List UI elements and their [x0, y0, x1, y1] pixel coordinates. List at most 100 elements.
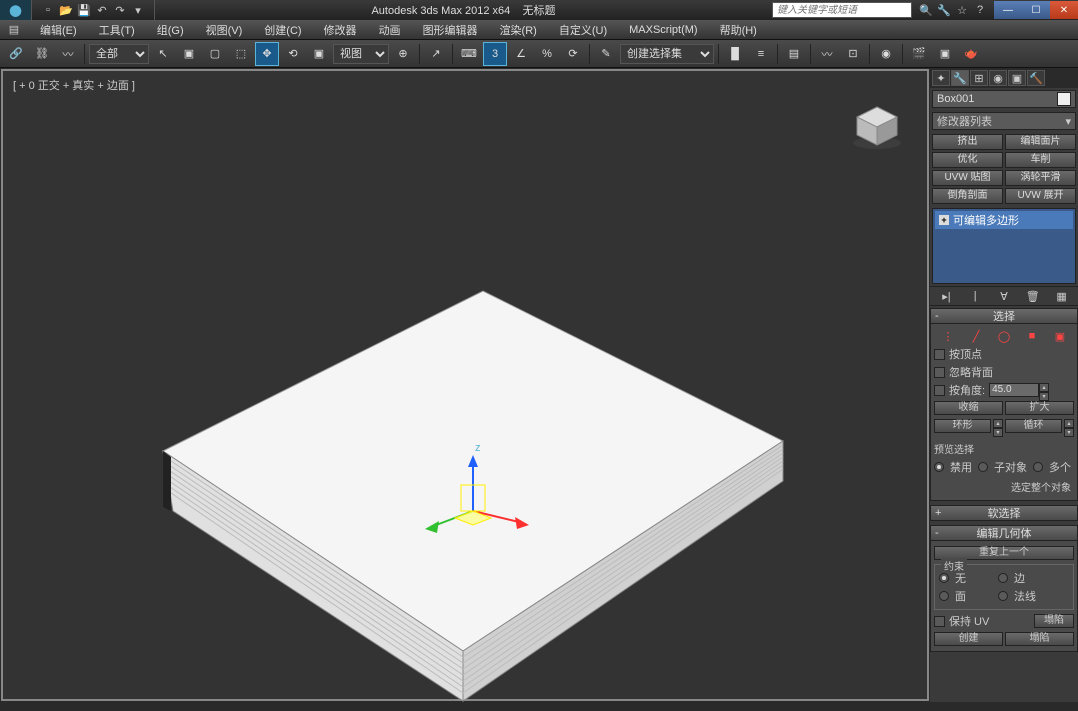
- polygon-icon[interactable]: ■: [1024, 329, 1040, 343]
- open-icon[interactable]: 📂: [58, 2, 74, 18]
- collapse-button[interactable]: 塌陷: [1005, 632, 1074, 646]
- menu-group[interactable]: 组(G): [153, 20, 188, 40]
- app-logo[interactable]: ⬤: [0, 0, 32, 20]
- viewcube[interactable]: [847, 101, 907, 151]
- ignore-backfacing-checkbox[interactable]: [934, 367, 945, 378]
- new-icon[interactable]: ▫: [40, 2, 56, 18]
- ring-button[interactable]: 环形: [934, 419, 991, 433]
- utilities-tab-icon[interactable]: 🔨: [1027, 70, 1045, 86]
- edit-named-sel-icon[interactable]: ✎: [594, 42, 618, 66]
- motion-tab-icon[interactable]: ◉: [989, 70, 1007, 86]
- named-selection-dropdown[interactable]: 创建选择集: [620, 44, 714, 64]
- redo-icon[interactable]: ↷: [112, 2, 128, 18]
- search-input[interactable]: [772, 2, 912, 18]
- angle-spinner[interactable]: 45.0 ▴▾: [989, 383, 1049, 397]
- menu-modifiers[interactable]: 修改器: [320, 20, 361, 40]
- render-frame-icon[interactable]: ▣: [933, 42, 957, 66]
- book-model[interactable]: z: [83, 211, 803, 711]
- scale-icon[interactable]: ▣: [307, 42, 331, 66]
- maximize-button[interactable]: ☐: [1022, 1, 1050, 19]
- select-icon[interactable]: ↖: [151, 42, 175, 66]
- menu-edit[interactable]: 编辑(E): [36, 20, 81, 40]
- preserve-uv-settings-button[interactable]: 塌陷: [1034, 614, 1074, 628]
- dropdown-icon[interactable]: ▾: [130, 2, 146, 18]
- angle-snap-icon[interactable]: ∠: [509, 42, 533, 66]
- modifier-stack[interactable]: + 可编辑多边形: [932, 208, 1076, 284]
- save-icon[interactable]: 💾: [76, 2, 92, 18]
- ref-coord-dropdown[interactable]: 视图: [333, 44, 389, 64]
- move-icon[interactable]: ✥: [255, 42, 279, 66]
- key-icon[interactable]: 🔧: [936, 2, 952, 18]
- menu-maxscript[interactable]: MAXScript(M): [625, 22, 701, 38]
- vertex-icon[interactable]: ⋮: [940, 329, 956, 343]
- render-setup-icon[interactable]: 🎬: [907, 42, 931, 66]
- multi-radio[interactable]: [1033, 462, 1043, 472]
- percent-snap-icon[interactable]: %: [535, 42, 559, 66]
- display-tab-icon[interactable]: ▣: [1008, 70, 1026, 86]
- edit-patch-button[interactable]: 编辑面片: [1005, 134, 1076, 150]
- help-icon[interactable]: ?: [972, 2, 988, 18]
- menu-animation[interactable]: 动画: [375, 20, 405, 40]
- create-tab-icon[interactable]: ✦: [932, 70, 950, 86]
- element-icon[interactable]: ▣: [1052, 329, 1068, 343]
- edge-icon[interactable]: ╱: [968, 329, 984, 343]
- modify-tab-icon[interactable]: 🔧: [951, 70, 969, 86]
- link-icon[interactable]: 🔗: [4, 42, 28, 66]
- align-icon[interactable]: ≡: [749, 42, 773, 66]
- edit-geometry-header[interactable]: -编辑几何体: [930, 525, 1078, 541]
- soft-selection-header[interactable]: +软选择: [930, 505, 1078, 521]
- show-result-icon[interactable]: |: [967, 288, 983, 304]
- rotate-icon[interactable]: ⟲: [281, 42, 305, 66]
- spinner-snap-icon[interactable]: ⟳: [561, 42, 585, 66]
- constraint-none-radio[interactable]: [939, 573, 949, 583]
- by-angle-checkbox[interactable]: [934, 385, 945, 396]
- modifier-list-dropdown[interactable]: 修改器列表 ▾: [932, 112, 1076, 130]
- selection-rollout-header[interactable]: -选择: [930, 308, 1078, 324]
- viewport-label[interactable]: [ + 0 正交 + 真实 + 边面 ]: [13, 77, 135, 93]
- menu-tools[interactable]: 工具(T): [95, 20, 139, 40]
- layers-icon[interactable]: ▤: [782, 42, 806, 66]
- mirror-icon[interactable]: ▐▌: [723, 42, 747, 66]
- pin-stack-icon[interactable]: ▸|: [938, 288, 954, 304]
- render-icon[interactable]: 🫖: [959, 42, 983, 66]
- select-manipulate-icon[interactable]: ↗: [424, 42, 448, 66]
- undo-icon[interactable]: ↶: [94, 2, 110, 18]
- menu-icon[interactable]: ▤: [6, 22, 22, 38]
- unlink-icon[interactable]: ⛓: [30, 42, 54, 66]
- schematic-icon[interactable]: ⊡: [841, 42, 865, 66]
- window-crossing-icon[interactable]: ⬚: [229, 42, 253, 66]
- lathe-button[interactable]: 车削: [1005, 152, 1076, 168]
- select-name-icon[interactable]: ▣: [177, 42, 201, 66]
- menu-help[interactable]: 帮助(H): [716, 20, 761, 40]
- star-icon[interactable]: ☆: [954, 2, 970, 18]
- make-unique-icon[interactable]: ∀: [996, 288, 1012, 304]
- subobj-radio[interactable]: [978, 462, 988, 472]
- border-icon[interactable]: ◯: [996, 329, 1012, 343]
- create-button[interactable]: 创建: [934, 632, 1003, 646]
- minimize-button[interactable]: —: [994, 1, 1022, 19]
- curve-editor-icon[interactable]: 〰: [815, 42, 839, 66]
- menu-rendering[interactable]: 渲染(R): [496, 20, 541, 40]
- selection-filter-dropdown[interactable]: 全部: [89, 44, 149, 64]
- material-editor-icon[interactable]: ◉: [874, 42, 898, 66]
- disable-radio[interactable]: [934, 462, 944, 472]
- by-vertex-checkbox[interactable]: [934, 349, 945, 360]
- bind-icon[interactable]: 〰: [56, 42, 80, 66]
- chamfer-button[interactable]: 倒角剖面: [932, 188, 1003, 204]
- viewport[interactable]: [ + 0 正交 + 真实 + 边面 ]: [1, 69, 929, 701]
- expand-icon[interactable]: +: [939, 215, 949, 225]
- grow-button[interactable]: 扩大: [1005, 401, 1074, 415]
- constraint-edge-radio[interactable]: [998, 573, 1008, 583]
- shrink-button[interactable]: 收缩: [934, 401, 1003, 415]
- optimize-button[interactable]: 优化: [932, 152, 1003, 168]
- object-name-field[interactable]: Box001: [932, 90, 1076, 108]
- menu-customize[interactable]: 自定义(U): [555, 20, 611, 40]
- constraint-normal-radio[interactable]: [998, 591, 1008, 601]
- object-color-swatch[interactable]: [1057, 92, 1071, 106]
- select-region-icon[interactable]: ▢: [203, 42, 227, 66]
- preserve-uv-checkbox[interactable]: [934, 616, 945, 627]
- hierarchy-tab-icon[interactable]: ⊞: [970, 70, 988, 86]
- menu-create[interactable]: 创建(C): [260, 20, 305, 40]
- extrude-button[interactable]: 挤出: [932, 134, 1003, 150]
- uvw-unwrap-button[interactable]: UVW 展开: [1005, 188, 1076, 204]
